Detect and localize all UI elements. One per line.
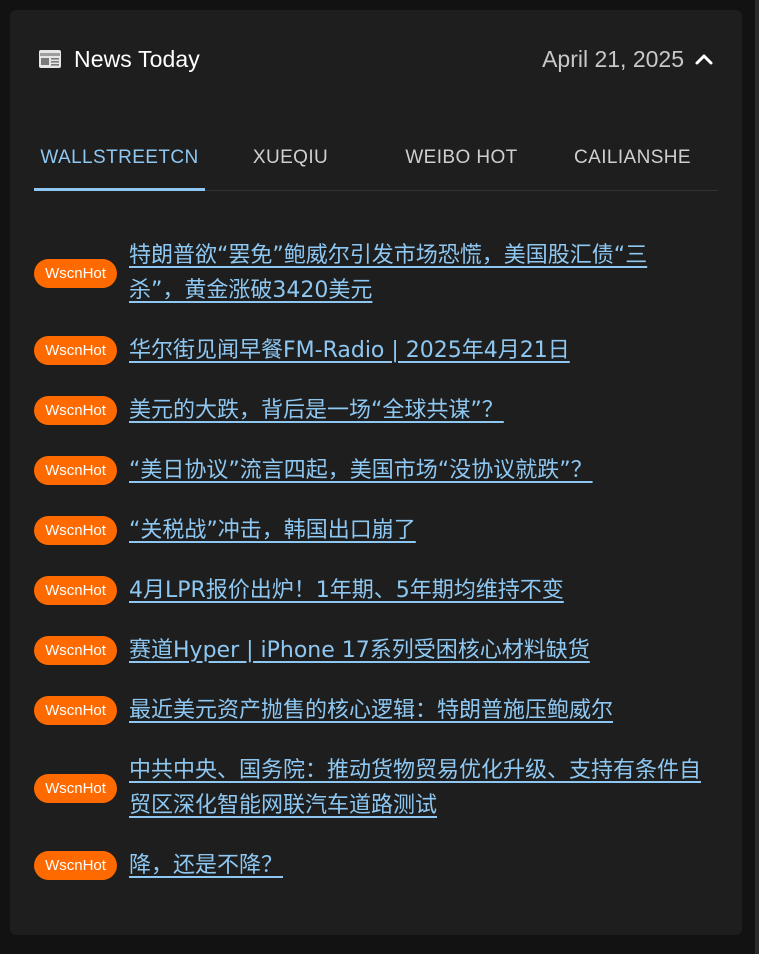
news-link[interactable]: 降，还是不降？	[129, 848, 283, 883]
date-label: April 21, 2025	[542, 45, 684, 72]
list-item: WscnHot “美日协议”流言四起，美国市场“没协议就跌”？	[34, 453, 702, 488]
news-link[interactable]: 4月LPR报价出炉！1年期、5年期均维持不变	[129, 573, 564, 608]
source-badge: WscnHot	[34, 258, 117, 288]
list-item: WscnHot 赛道Hyper | iPhone 17系列受困核心材料缺货	[34, 633, 702, 668]
tab-weibo-hot[interactable]: WEIBO HOT	[376, 125, 547, 190]
news-link[interactable]: “美日协议”流言四起，美国市场“没协议就跌”？	[129, 453, 593, 488]
page-scrollbar[interactable]	[755, 0, 759, 954]
news-link[interactable]: 美元的大跌，背后是一场“全球共谋”？	[129, 393, 504, 428]
tab-wallstreetcn[interactable]: WALLSTREETCN	[34, 125, 205, 191]
source-badge: WscnHot	[34, 851, 117, 880]
source-badge: WscnHot	[34, 456, 117, 485]
source-badge: WscnHot	[34, 773, 117, 803]
list-item: WscnHot “关税战”冲击，韩国出口崩了	[34, 513, 702, 548]
list-item: WscnHot 4月LPR报价出炉！1年期、5年期均维持不变	[34, 573, 702, 608]
list-item: WscnHot 华尔街见闻早餐FM-Radio | 2025年4月21日	[34, 333, 702, 368]
list-item: WscnHot 降，还是不降？	[34, 848, 702, 883]
source-badge: WscnHot	[34, 576, 117, 605]
header-title-group: News Today	[38, 46, 200, 73]
news-link[interactable]: “关税战”冲击，韩国出口崩了	[129, 513, 416, 548]
tab-xueqiu[interactable]: XUEQIU	[205, 125, 376, 190]
list-item: WscnHot 最近美元资产抛售的核心逻辑：特朗普施压鲍威尔	[34, 693, 702, 728]
list-item: WscnHot 特朗普欲“罢免”鲍威尔引发市场恐慌，美国股汇债“三杀”，黄金涨破…	[34, 238, 702, 308]
news-link[interactable]: 赛道Hyper | iPhone 17系列受困核心材料缺货	[129, 633, 590, 668]
news-link[interactable]: 最近美元资产抛售的核心逻辑：特朗普施压鲍威尔	[129, 693, 613, 728]
newspaper-icon	[38, 48, 62, 70]
chevron-up-icon[interactable]	[694, 49, 714, 69]
card-header: News Today April 21, 2025	[38, 42, 714, 76]
page-title: News Today	[74, 45, 200, 72]
list-item: WscnHot 中共中央、国务院：推动货物贸易优化升级、支持有条件自贸区深化智能…	[34, 753, 702, 823]
tab-cailianshe[interactable]: CAILIANSHE	[547, 125, 718, 190]
news-list: WscnHot 特朗普欲“罢免”鲍威尔引发市场恐慌，美国股汇债“三杀”，黄金涨破…	[34, 238, 702, 908]
news-link[interactable]: 中共中央、国务院：推动货物贸易优化升级、支持有条件自贸区深化智能网联汽车道路测试	[129, 753, 702, 823]
date-toggle[interactable]: April 21, 2025	[542, 46, 714, 73]
source-tabs: WALLSTREETCN XUEQIU WEIBO HOT CAILIANSHE	[34, 125, 718, 191]
source-badge: WscnHot	[34, 516, 117, 545]
news-card: News Today April 21, 2025 WALLSTREETCN X…	[10, 10, 742, 935]
list-item: WscnHot 美元的大跌，背后是一场“全球共谋”？	[34, 393, 702, 428]
source-badge: WscnHot	[34, 636, 117, 665]
source-badge: WscnHot	[34, 696, 117, 725]
news-link[interactable]: 特朗普欲“罢免”鲍威尔引发市场恐慌，美国股汇债“三杀”，黄金涨破3420美元	[129, 238, 702, 308]
news-link[interactable]: 华尔街见闻早餐FM-Radio | 2025年4月21日	[129, 333, 570, 368]
source-badge: WscnHot	[34, 336, 117, 365]
source-badge: WscnHot	[34, 396, 117, 425]
